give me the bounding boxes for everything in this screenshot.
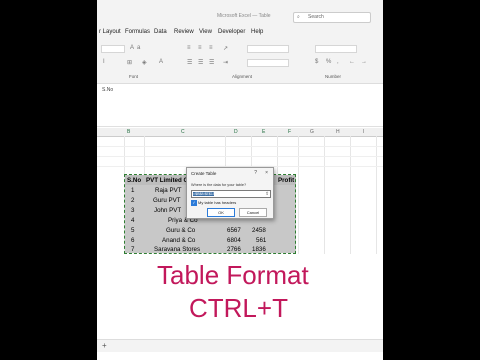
increase-decimal-icon[interactable]: ← <box>349 59 355 65</box>
range-value: =$B$8:$E$15 <box>193 192 215 196</box>
create-table-dialog: Create Table ? × Where is the data for y… <box>186 167 274 219</box>
decrease-decimal-icon[interactable]: → <box>361 59 367 65</box>
close-icon[interactable]: × <box>265 170 268 176</box>
grid-line <box>97 156 383 157</box>
tab-view[interactable]: View <box>199 29 212 35</box>
column-headers: B C D E F G H I <box>97 128 383 137</box>
tab-developer[interactable]: Developer <box>218 29 245 35</box>
font-grow-icon[interactable]: A <box>130 45 134 51</box>
grid-line <box>298 136 299 254</box>
column-header-d[interactable]: D <box>234 129 238 135</box>
dialog-title: Create Table <box>191 171 217 176</box>
column-header-f[interactable]: F <box>288 129 291 135</box>
tab-page-layout[interactable]: r Layout <box>99 29 121 35</box>
font-shrink-icon[interactable]: a <box>137 45 140 51</box>
headers-checkbox-label[interactable]: My table has headers <box>198 200 236 205</box>
headers-checkbox[interactable]: ✓ <box>191 200 197 206</box>
formula-bar-value: S.No <box>102 87 114 93</box>
grid-line <box>376 136 377 254</box>
grid-line <box>97 146 383 147</box>
percent-icon[interactable]: % <box>326 59 331 65</box>
italic-icon[interactable]: I <box>103 59 105 65</box>
sheet-tab-bar: + <box>97 339 383 352</box>
search-placeholder: Search <box>308 14 324 20</box>
merge-center-button[interactable] <box>247 59 289 67</box>
column-header-h[interactable]: H <box>336 129 340 135</box>
align-top-icon[interactable]: ≡ <box>187 45 191 51</box>
add-sheet-button[interactable]: + <box>102 341 107 350</box>
search-icon: ⌕ <box>297 14 300 20</box>
currency-icon[interactable]: $ <box>315 59 318 65</box>
cancel-button[interactable]: Cancel <box>239 208 267 217</box>
ribbon: A a I ⊞ ◈ A ≡ ≡ ≡ ↗ ☰ ☰ ☰ ⇥ $ % , ← → Fo… <box>97 39 383 84</box>
group-label-font: Font <box>129 74 139 79</box>
font-size-box[interactable] <box>101 45 125 53</box>
column-header-e[interactable]: E <box>262 129 265 135</box>
comma-icon[interactable]: , <box>337 59 339 65</box>
borders-icon[interactable]: ⊞ <box>127 59 132 66</box>
wrap-text-button[interactable] <box>247 45 289 53</box>
align-center-icon[interactable]: ☰ <box>198 59 203 66</box>
column-header-g[interactable]: G <box>310 129 314 135</box>
overlay-caption-title: Table Format <box>157 260 309 290</box>
window-title: Microsoft Excel — Table <box>217 13 271 19</box>
font-color-icon[interactable]: A <box>159 59 163 65</box>
align-bottom-icon[interactable]: ≡ <box>209 45 213 51</box>
formula-bar[interactable]: S.No <box>97 84 383 127</box>
ok-button[interactable]: OK <box>207 208 235 217</box>
ribbon-tabs: r Layout Formulas Data Review View Devel… <box>97 27 383 39</box>
indent-icon[interactable]: ⇥ <box>223 59 228 66</box>
grid-line <box>324 136 325 254</box>
collapse-dialog-icon[interactable]: ⇪ <box>265 191 269 197</box>
column-header-c[interactable]: C <box>181 129 185 135</box>
group-label-number: Number <box>325 74 342 79</box>
fill-color-icon[interactable]: ◈ <box>142 59 147 66</box>
align-right-icon[interactable]: ☰ <box>209 59 214 66</box>
grid-line <box>350 136 351 254</box>
search-box[interactable]: ⌕ Search <box>293 12 371 23</box>
column-header-i[interactable]: I <box>363 129 364 135</box>
overlay-caption-shortcut: CTRL+T <box>189 293 288 323</box>
orientation-icon[interactable]: ↗ <box>223 45 228 52</box>
group-label-alignment: Alignment <box>232 74 253 79</box>
title-bar: Microsoft Excel — Table ⌕ Search <box>97 0 383 27</box>
align-middle-icon[interactable]: ≡ <box>198 45 202 51</box>
tab-help[interactable]: Help <box>251 29 263 35</box>
column-header-b[interactable]: B <box>127 129 130 135</box>
align-left-icon[interactable]: ☰ <box>187 59 192 66</box>
tab-data[interactable]: Data <box>154 29 167 35</box>
number-format-box[interactable] <box>315 45 357 53</box>
dialog-prompt: Where is the data for your table? <box>191 183 247 187</box>
help-icon[interactable]: ? <box>254 170 257 176</box>
range-input[interactable]: =$B$8:$E$15 ⇪ <box>191 190 271 198</box>
tab-formulas[interactable]: Formulas <box>125 29 150 35</box>
tab-review[interactable]: Review <box>174 29 194 35</box>
